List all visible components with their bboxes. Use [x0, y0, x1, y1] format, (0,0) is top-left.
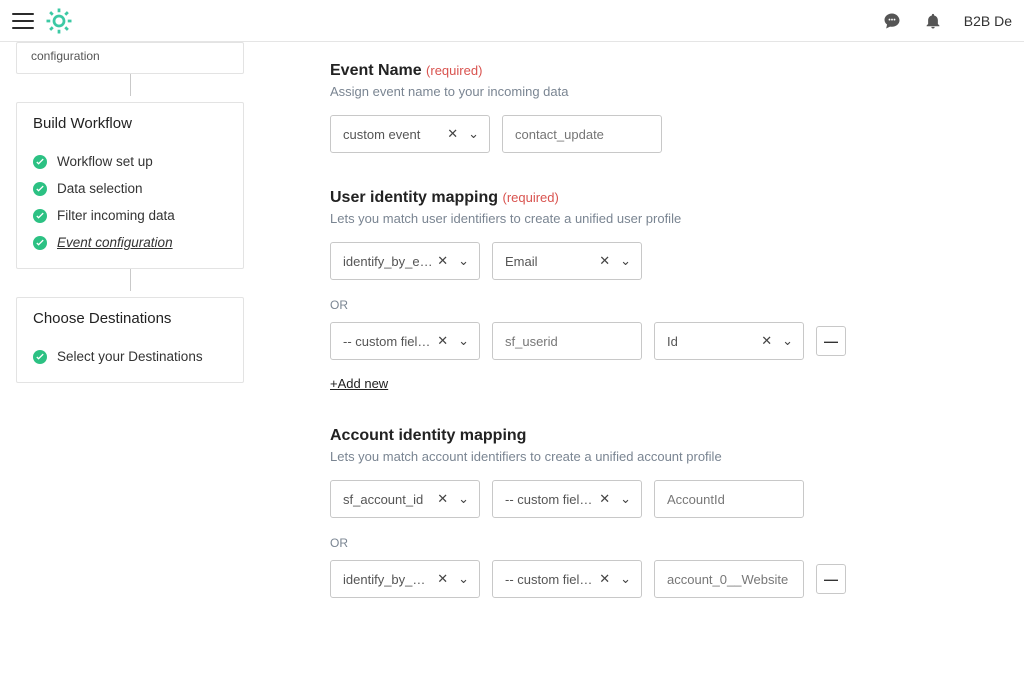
event-type-select[interactable]: custom event ✕ ⌄: [330, 115, 490, 153]
account-website-input[interactable]: [654, 560, 804, 598]
clear-icon[interactable]: ✕: [433, 491, 452, 507]
build-card-title: Build Workflow: [17, 103, 243, 144]
chevron-down-icon[interactable]: ⌄: [462, 126, 481, 142]
choose-card-title: Choose Destinations: [17, 298, 243, 339]
chevron-down-icon[interactable]: ⌄: [614, 253, 633, 269]
event-name-input[interactable]: [502, 115, 662, 153]
or-label: OR: [330, 298, 1024, 312]
step-workflow-setup[interactable]: Workflow set up: [17, 148, 243, 175]
clear-icon[interactable]: ✕: [443, 126, 462, 142]
remove-row-button[interactable]: —: [816, 326, 846, 356]
account-mapping-title: Account identity mapping: [330, 427, 1024, 445]
account-custom-field-select[interactable]: -- custom field -- ✕ ⌄: [492, 480, 642, 518]
required-label: (required): [502, 190, 558, 205]
sidebar: configuration Build Workflow Workflow se…: [0, 42, 260, 674]
user-custom-field-select[interactable]: -- custom field -- ✕ ⌄: [330, 322, 480, 360]
chevron-down-icon[interactable]: ⌄: [614, 491, 633, 507]
step-data-selection[interactable]: Data selection: [17, 175, 243, 202]
account-custom-field-select-2[interactable]: -- custom field -- ✕ ⌄: [492, 560, 642, 598]
add-new-link[interactable]: +Add new: [330, 376, 388, 391]
chevron-down-icon[interactable]: ⌄: [452, 491, 471, 507]
chat-icon[interactable]: [882, 11, 902, 31]
chevron-down-icon[interactable]: ⌄: [776, 333, 795, 349]
user-label[interactable]: B2B De: [964, 13, 1012, 29]
menu-icon[interactable]: [12, 13, 34, 29]
section-user-mapping: User identity mapping (required) Lets yo…: [330, 189, 1024, 391]
clear-icon[interactable]: ✕: [433, 253, 452, 269]
check-icon: [33, 182, 47, 196]
account-website-select[interactable]: identify_by_website ✕ ⌄: [330, 560, 480, 598]
choose-destinations-card: Choose Destinations Select your Destinat…: [16, 297, 244, 383]
check-icon: [33, 155, 47, 169]
or-label: OR: [330, 536, 1024, 550]
logo-gear-icon[interactable]: [44, 6, 74, 36]
step-select-destinations[interactable]: Select your Destinations: [17, 343, 243, 370]
user-identify-select[interactable]: identify_by_email ✕ ⌄: [330, 242, 480, 280]
connector-line: [130, 269, 131, 291]
section-account-mapping: Account identity mapping Lets you match …: [330, 427, 1024, 598]
connector-line: [130, 74, 131, 96]
account-id-select[interactable]: sf_account_id ✕ ⌄: [330, 480, 480, 518]
clear-icon[interactable]: ✕: [433, 571, 452, 587]
step-event-configuration[interactable]: Event configuration: [17, 229, 243, 256]
main-panel: Event Name (required) Assign event name …: [260, 42, 1024, 674]
event-name-desc: Assign event name to your incoming data: [330, 84, 1024, 99]
accountid-input[interactable]: [654, 480, 804, 518]
chevron-down-icon[interactable]: ⌄: [452, 333, 471, 349]
check-icon: [33, 350, 47, 364]
clear-icon[interactable]: ✕: [595, 253, 614, 269]
check-icon: [33, 209, 47, 223]
bell-icon[interactable]: [924, 12, 942, 30]
account-mapping-desc: Lets you match account identifiers to cr…: [330, 449, 1024, 464]
sidebar-mini-card: configuration: [16, 42, 244, 74]
build-workflow-card: Build Workflow Workflow set up Data sele…: [16, 102, 244, 269]
clear-icon[interactable]: ✕: [595, 491, 614, 507]
chevron-down-icon[interactable]: ⌄: [452, 253, 471, 269]
step-filter-incoming[interactable]: Filter incoming data: [17, 202, 243, 229]
user-mapping-desc: Lets you match user identifiers to creat…: [330, 211, 1024, 226]
clear-icon[interactable]: ✕: [433, 333, 452, 349]
check-icon: [33, 236, 47, 250]
mini-card-title: configuration: [31, 49, 229, 63]
section-event-name: Event Name (required) Assign event name …: [330, 62, 1024, 153]
user-email-field-select[interactable]: Email ✕ ⌄: [492, 242, 642, 280]
clear-icon[interactable]: ✕: [595, 571, 614, 587]
topbar: B2B De: [0, 0, 1024, 42]
user-id-field-select[interactable]: Id ✕ ⌄: [654, 322, 804, 360]
required-label: (required): [426, 63, 482, 78]
event-name-title: Event Name (required): [330, 62, 1024, 80]
sf-userid-input[interactable]: [492, 322, 642, 360]
chevron-down-icon[interactable]: ⌄: [614, 571, 633, 587]
remove-row-button[interactable]: —: [816, 564, 846, 594]
chevron-down-icon[interactable]: ⌄: [452, 571, 471, 587]
clear-icon[interactable]: ✕: [757, 333, 776, 349]
user-mapping-title: User identity mapping (required): [330, 189, 1024, 207]
